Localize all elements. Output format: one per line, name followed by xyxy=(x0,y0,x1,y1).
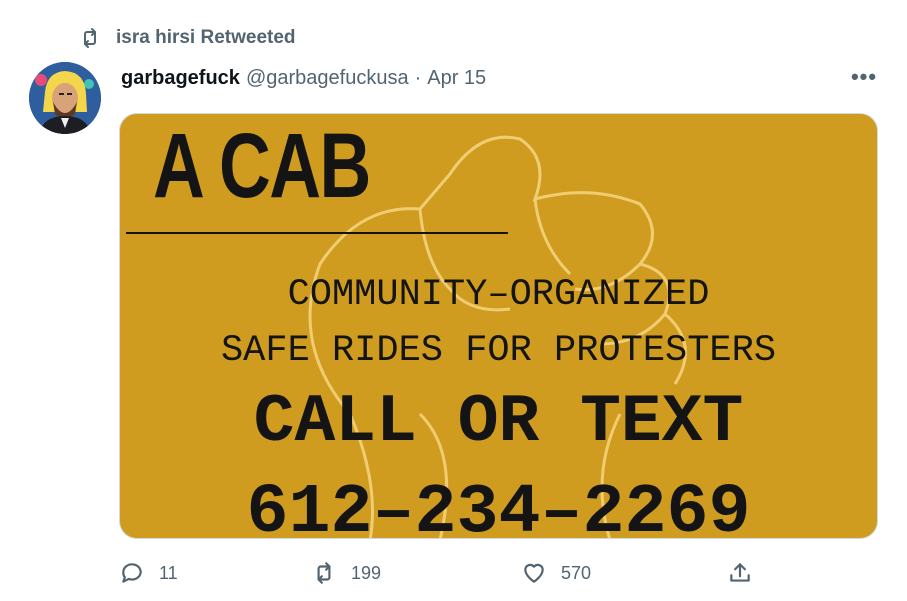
reply-button[interactable]: 11 xyxy=(119,558,178,588)
like-count: 570 xyxy=(561,562,592,583)
retweet-context[interactable]: isra hirsi Retweeted xyxy=(78,26,296,50)
author-handle[interactable]: @garbagefuckusa xyxy=(246,67,409,90)
title-underline xyxy=(126,232,508,234)
tweet-date[interactable]: Apr 15 xyxy=(427,67,486,90)
card-line-3: CALL OR TEXT xyxy=(253,384,744,461)
separator: · xyxy=(414,66,422,89)
avatar[interactable] xyxy=(29,62,101,134)
more-icon: ••• xyxy=(850,64,878,89)
tweet-actions: 11 199 570 xyxy=(119,558,759,588)
tweet-header: garbagefuck @garbagefuckusa · Apr 15 xyxy=(121,64,486,92)
retweet-icon xyxy=(317,562,331,584)
card-title: A CAB xyxy=(153,115,371,217)
card-line-1: COMMUNITY–ORGANIZED xyxy=(287,274,710,316)
retweet-icon xyxy=(84,28,96,48)
retweet-count: 199 xyxy=(351,562,382,583)
heart-icon xyxy=(524,563,544,583)
share-icon xyxy=(730,563,750,582)
retweet-button[interactable]: 199 xyxy=(311,558,381,588)
author-name[interactable]: garbagefuck xyxy=(121,67,240,90)
tweet-media-image[interactable]: A CAB COMMUNITY–ORGANIZED SAFE RIDES FOR… xyxy=(119,113,878,539)
like-button[interactable]: 570 xyxy=(521,558,591,588)
retweet-context-label: isra hirsi Retweeted xyxy=(116,27,296,48)
card-phone-number: 612–234–2269 xyxy=(246,474,751,539)
avatar-image xyxy=(29,62,101,134)
card-line-2: SAFE RIDES FOR PROTESTERS xyxy=(220,330,777,372)
more-options-button[interactable]: ••• xyxy=(849,62,879,92)
share-button[interactable] xyxy=(727,558,753,588)
reply-count: 11 xyxy=(159,562,178,583)
reply-icon xyxy=(122,563,142,583)
